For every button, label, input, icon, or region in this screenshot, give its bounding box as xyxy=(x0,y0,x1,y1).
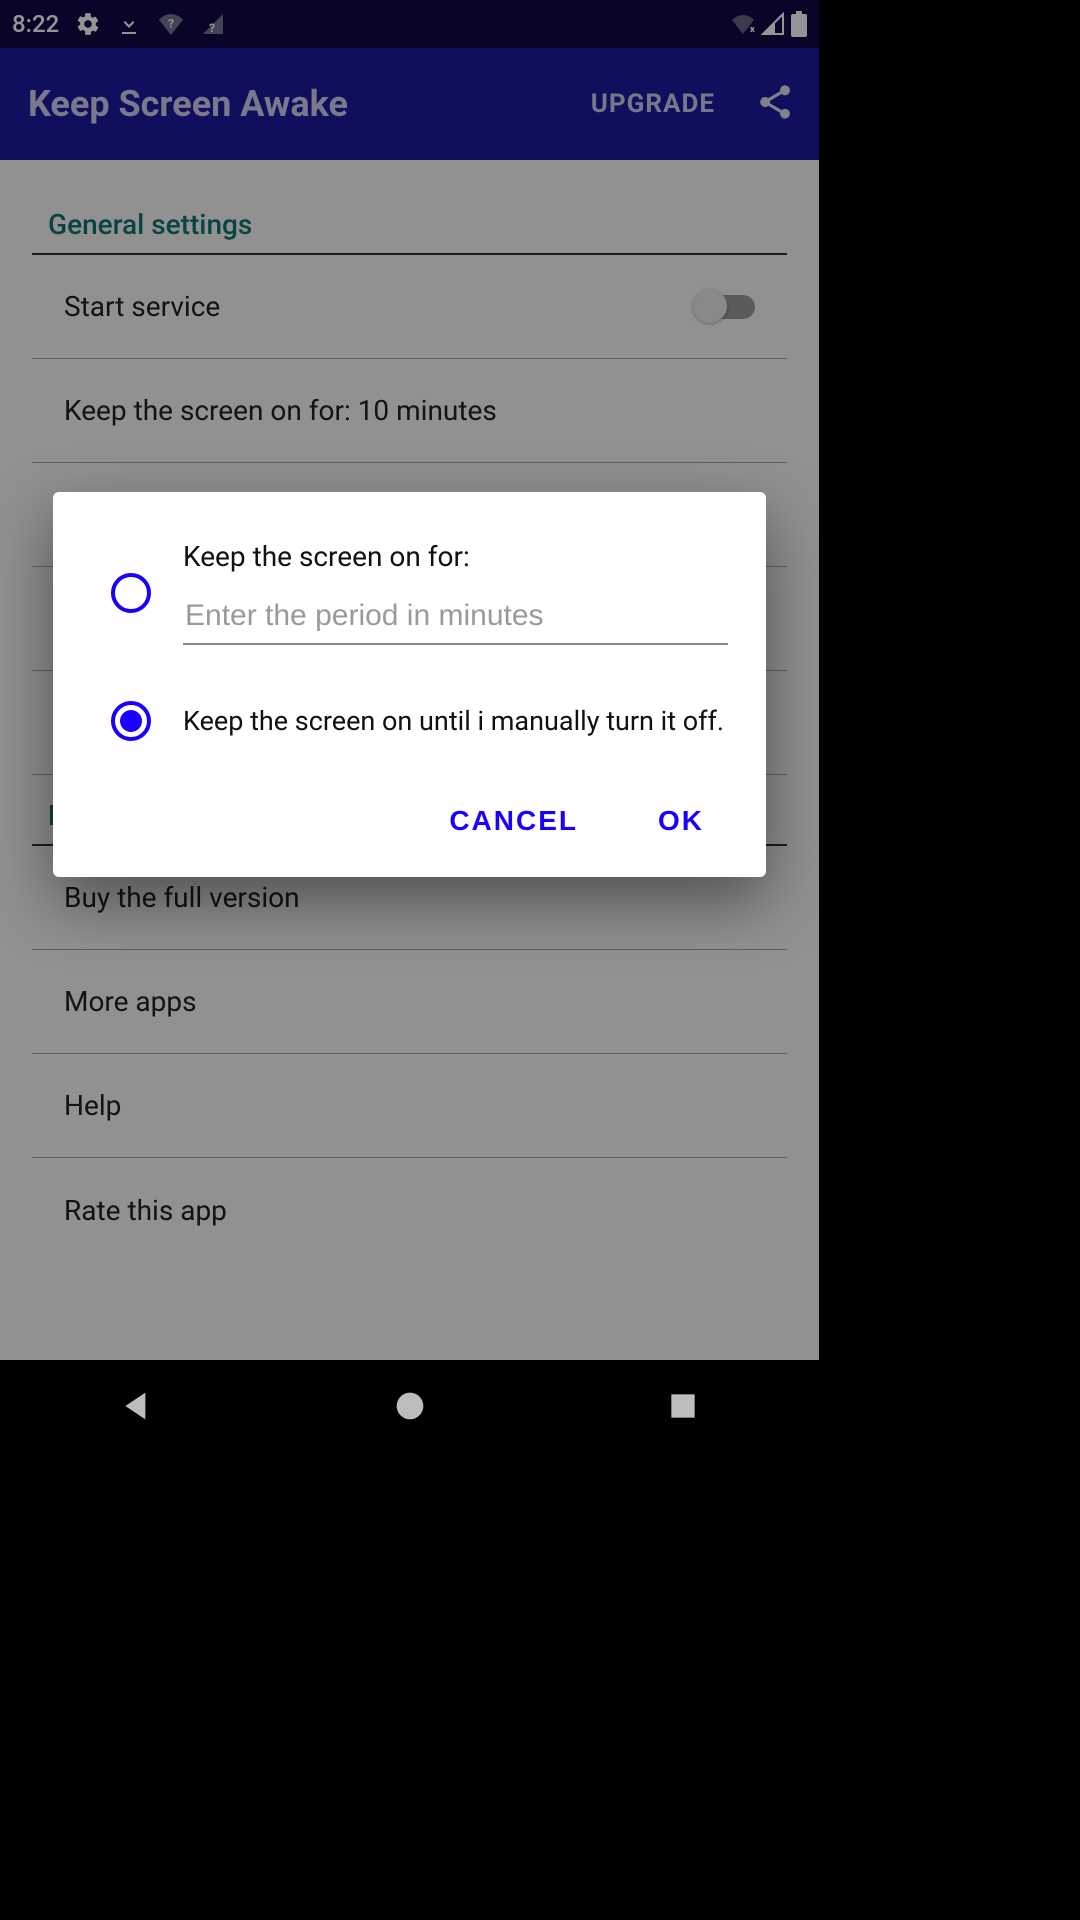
duration-dialog: Keep the screen on for: Keep the screen … xyxy=(53,492,766,877)
ok-button[interactable]: OK xyxy=(658,805,704,837)
cancel-button[interactable]: CANCEL xyxy=(449,805,578,837)
radio-duration[interactable] xyxy=(111,573,151,613)
dialog-duration-label: Keep the screen on for: xyxy=(183,540,728,573)
duration-input[interactable] xyxy=(183,589,728,645)
nav-recent-icon[interactable] xyxy=(663,1386,703,1430)
nav-back-icon[interactable] xyxy=(117,1386,157,1430)
dialog-manual-label: Keep the screen on until i manually turn… xyxy=(183,705,728,737)
nav-home-icon[interactable] xyxy=(390,1386,430,1430)
nav-bar xyxy=(0,1360,819,1456)
radio-manual[interactable] xyxy=(111,701,151,741)
